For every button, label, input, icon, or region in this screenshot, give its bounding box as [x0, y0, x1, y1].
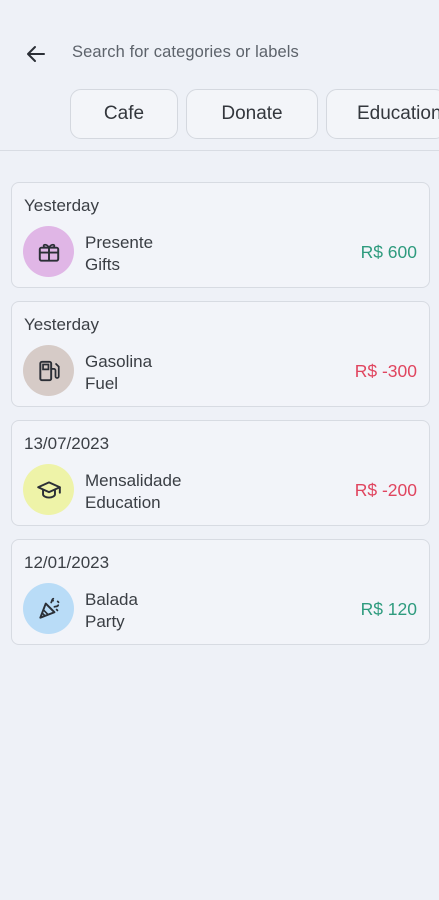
category-avatar [23, 226, 74, 277]
transaction-name: Presente [85, 233, 154, 252]
transaction-card[interactable]: 13/07/2023 Mensalidade Education R$ -200 [11, 420, 430, 526]
transaction-amount: R$ 120 [360, 599, 417, 619]
transaction-category: Gifts [85, 255, 120, 274]
transaction-name: Gasolina [85, 352, 153, 371]
chip-education[interactable]: Education [326, 89, 439, 139]
category-avatar [23, 583, 74, 634]
gift-icon [38, 243, 59, 262]
transaction-category: Fuel [85, 374, 119, 393]
transaction-amount: R$ -300 [354, 361, 417, 381]
transaction-card[interactable]: 12/01/2023 Balada Party R$ 120 [11, 539, 430, 645]
transaction-date: Yesterday [24, 196, 99, 215]
transaction-card[interactable]: Yesterday Presente Gifts R$ 600 [11, 182, 430, 288]
transaction-date: 12/01/2023 [24, 553, 110, 572]
arrow-left-icon [27, 46, 45, 62]
category-avatar [23, 464, 74, 515]
top-bar: Search for categories or labels Cafe Dona… [0, 0, 439, 139]
back-button[interactable] [20, 38, 52, 70]
header-divider [0, 150, 439, 151]
transaction-card[interactable]: Yesterday Gasolina Fuel R$ -300 [11, 301, 430, 407]
party-popper-icon [38, 597, 59, 619]
graduation-cap-icon [36, 480, 61, 499]
transaction-name: Mensalidade [85, 471, 182, 490]
transaction-amount: R$ -200 [354, 480, 417, 500]
transaction-list: Yesterday Presente Gifts R$ 600 Yesterda… [11, 182, 430, 658]
transaction-name: Balada [85, 590, 138, 609]
fuel-pump-icon [38, 360, 60, 381]
category-avatar [23, 345, 74, 396]
transaction-date: 13/07/2023 [24, 434, 110, 453]
transaction-category: Education [85, 493, 161, 512]
transaction-date: Yesterday [24, 315, 99, 334]
search-input[interactable]: Search for categories or labels [72, 43, 299, 62]
transaction-amount: R$ 600 [360, 242, 417, 262]
chip-donate[interactable]: Donate [186, 89, 318, 139]
category-chip-row: Cafe Donate Education [70, 89, 439, 141]
chip-cafe[interactable]: Cafe [70, 89, 178, 139]
transaction-category: Party [85, 612, 125, 631]
